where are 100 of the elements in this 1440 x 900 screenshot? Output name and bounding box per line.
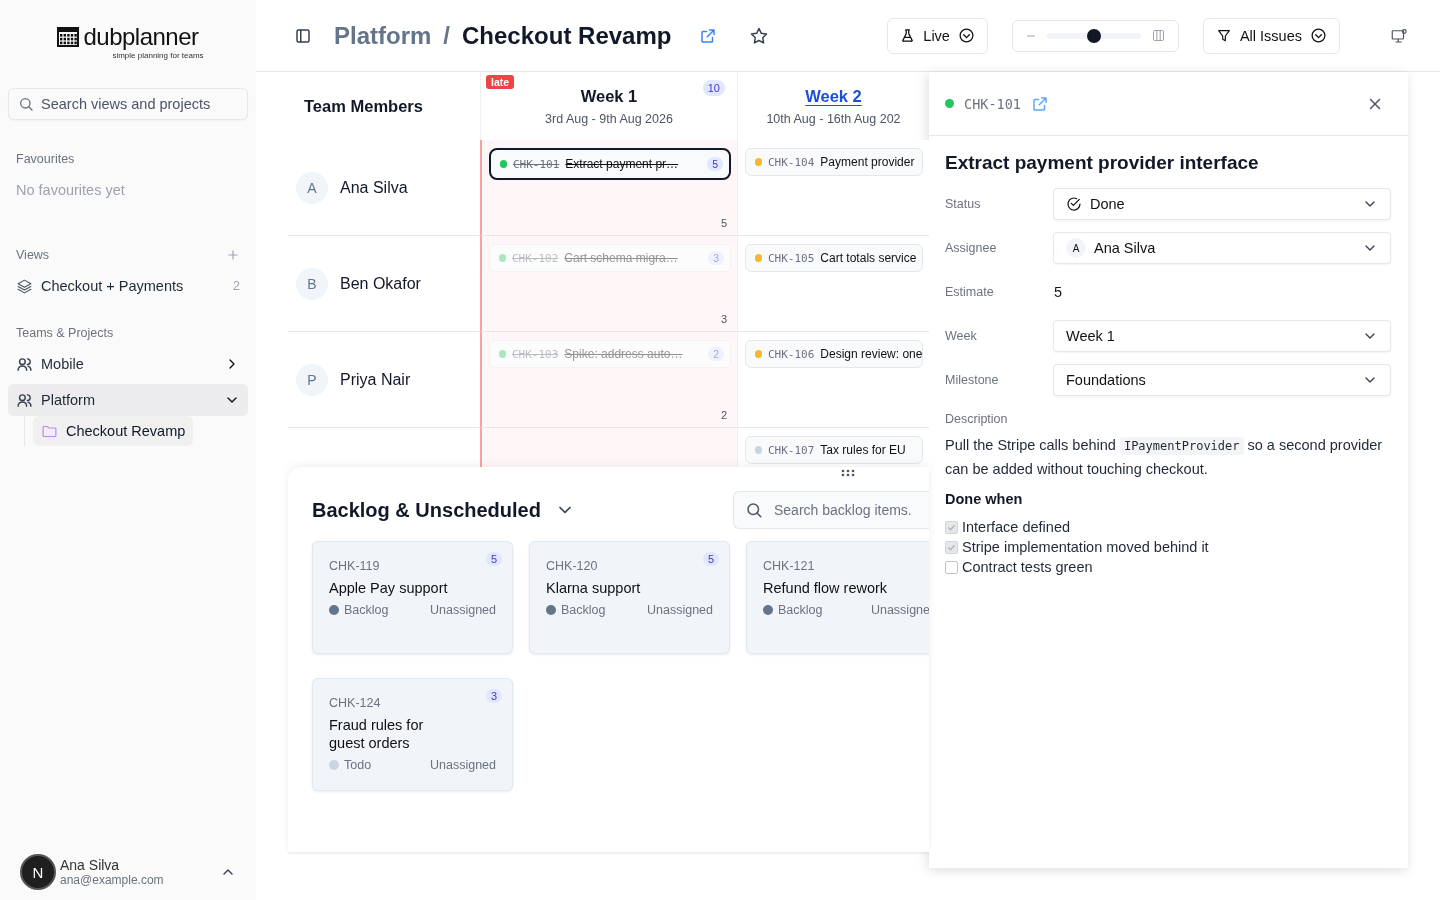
user-avatar[interactable]: N — [20, 854, 56, 890]
column-header: Team Members — [303, 95, 424, 117]
status-label: Backlog — [778, 603, 823, 617]
star-icon[interactable] — [749, 25, 770, 46]
issue-id: CHK-119 — [329, 559, 381, 573]
week-title[interactable]: Week 2 — [805, 86, 862, 106]
breadcrumb-separator: / — [443, 21, 451, 50]
issue-title: Refund flow rework — [763, 579, 889, 597]
week-title: Week 1 — [580, 86, 638, 106]
issue-card[interactable]: CHK-101 Extract payment pr… 5 — [489, 148, 731, 180]
columns-icon[interactable] — [1150, 28, 1166, 43]
week-dates: 10th Aug - 16th Aug 202 — [766, 111, 901, 126]
search-field[interactable]: Search backlog items. — [733, 491, 929, 529]
backlog-card[interactable]: 3 CHK-124 Fraud rules for guest orders Todo Unassigned — [312, 678, 513, 791]
team-item[interactable]: Platform — [8, 384, 248, 416]
section-label: Teams & Projects — [16, 326, 114, 340]
issue-id: CHK-124 — [329, 696, 382, 710]
user-email: ana@example.com — [60, 873, 165, 887]
field-label: Assignee — [945, 241, 998, 255]
field-label: Estimate — [945, 285, 995, 299]
points-total: 3 — [720, 313, 727, 325]
external-link-icon[interactable] — [699, 26, 718, 45]
member-name: Priya Nair — [340, 370, 411, 389]
checklist-item: Stripe implementation moved behind it — [962, 539, 1209, 555]
assignee-select[interactable]: A Ana Silva — [1053, 232, 1391, 264]
issue-card[interactable]: CHK-106 Design review: one — [745, 340, 923, 368]
project-item[interactable]: Checkout Revamp — [33, 416, 194, 446]
checkbox[interactable] — [945, 560, 958, 574]
field-select[interactable]: Foundations — [1053, 364, 1391, 396]
section-label: Favourites — [16, 152, 75, 166]
issue-card[interactable]: CHK-107 Tax rules for EU — [745, 436, 923, 464]
issue-id: CHK-121 — [763, 559, 816, 573]
points-badge: 3 — [485, 689, 502, 703]
issue-id: CHK-120 — [546, 559, 599, 573]
external-link-icon[interactable] — [1030, 94, 1049, 113]
field-select[interactable]: Week 1 — [1053, 320, 1391, 352]
field-label: Milestone — [945, 373, 1000, 387]
search-field[interactable]: Search views and projects — [8, 88, 248, 120]
drag-handle-icon[interactable] — [841, 469, 855, 477]
status-label: Backlog — [561, 603, 606, 617]
team-item[interactable]: Mobile — [8, 348, 248, 380]
filter-button[interactable]: All Issues — [1202, 17, 1340, 54]
app-logo: dubplanner — [83, 24, 199, 50]
checklist-item: Interface defined — [962, 519, 1071, 535]
layers-icon — [16, 277, 33, 295]
backlog-card[interactable]: CHK-121 Refund flow rework Backlog Unassigne — [746, 541, 929, 654]
user-name: Ana Silva — [60, 857, 121, 873]
empty-message: No favourites yet — [15, 182, 126, 198]
member-name: Ben Okafor — [340, 274, 421, 293]
field-label: Description — [945, 412, 1009, 426]
issue-title: Klarna support — [546, 579, 642, 597]
search-icon — [745, 501, 763, 519]
assignee-label: Unassigned — [647, 603, 713, 617]
check-circle-icon — [1066, 196, 1082, 212]
search-icon — [18, 96, 34, 112]
status-label: Backlog — [344, 603, 389, 617]
week-dates: 3rd Aug - 9th Aug 2026 — [545, 111, 673, 126]
checkbox[interactable] — [945, 520, 958, 534]
checklist-title: Done when — [945, 491, 1024, 507]
filter-icon — [1215, 27, 1232, 44]
view-item[interactable]: Checkout + Payments 2 — [8, 270, 248, 302]
field-label: Status — [945, 197, 982, 211]
issue-title: Apple Pay support — [329, 579, 449, 597]
chevron-circle-icon — [957, 27, 975, 44]
field-label: Week — [945, 329, 978, 343]
flask-icon — [900, 28, 916, 43]
issue-title: Fraud rules for guest orders — [329, 716, 425, 752]
points-total: 2 — [720, 409, 727, 421]
points-badge: 5 — [702, 552, 719, 566]
section-title: Backlog & Unscheduled — [312, 498, 541, 522]
member-avatar: A — [296, 171, 328, 204]
status-label: Todo — [344, 758, 372, 772]
late-badge: late — [486, 75, 515, 89]
description-text: Pull the Stripe calls behind IPaymentProvider so a second provider can be added without touching checkout. — [945, 436, 1384, 479]
zoom-slider-thumb[interactable] — [1086, 28, 1101, 43]
section-label: Views — [16, 248, 50, 262]
users-icon — [16, 355, 33, 373]
mode-button[interactable]: Live — [887, 17, 988, 54]
assignee-label: Unassigned — [430, 758, 496, 772]
issue-card[interactable]: CHK-105 Cart totals service — [745, 244, 923, 272]
breadcrumb-link[interactable]: Platform — [334, 21, 432, 50]
issue-title: Extract payment provider interface — [945, 152, 1260, 174]
member-avatar: P — [296, 363, 328, 396]
backlog-card[interactable]: 5 CHK-120 Klarna support Backlog Unassigned — [529, 541, 730, 654]
issue-card[interactable]: CHK-104 Payment provider — [745, 148, 923, 176]
status-select[interactable]: Done — [1053, 188, 1391, 220]
field-value: 5 — [1053, 284, 1064, 300]
sidebar-toggle-icon[interactable] — [294, 26, 312, 45]
issue-id: CHK-101 — [964, 95, 1021, 112]
users-icon — [16, 391, 33, 409]
checkbox[interactable] — [945, 540, 958, 554]
assignee-label: Unassigne — [870, 603, 929, 617]
monitor-icon[interactable] — [1390, 26, 1408, 45]
backlog-card[interactable]: 5 CHK-119 Apple Pay support Backlog Unassigned — [312, 541, 513, 654]
app-tagline: simple planning for teams — [112, 51, 204, 60]
member-avatar: B — [296, 267, 328, 300]
calendar-logo-icon — [57, 27, 80, 47]
assignee-label: Unassigned — [430, 603, 496, 617]
checklist-item: Contract tests green — [962, 559, 1093, 575]
page-title: Checkout Revamp — [462, 21, 672, 50]
